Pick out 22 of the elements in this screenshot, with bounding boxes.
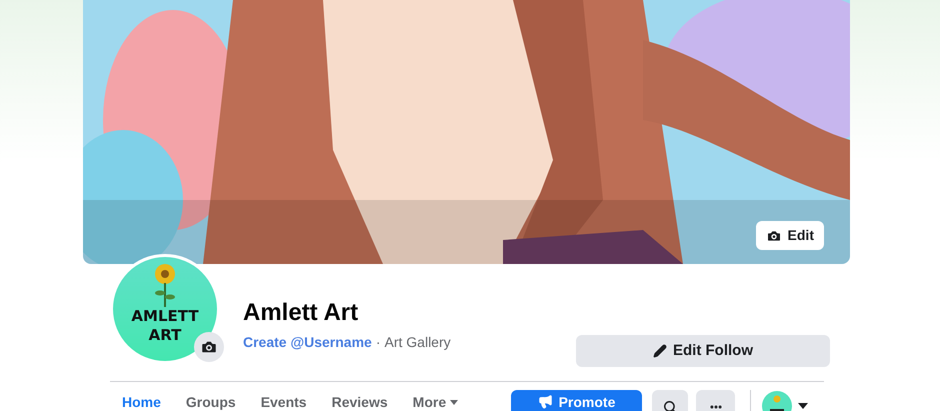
caret-icon	[798, 403, 808, 409]
logo-text: AMLETT	[131, 307, 199, 326]
page-category: Art Gallery	[384, 333, 451, 352]
nav-tab[interactable]: Groups	[174, 394, 248, 410]
edit-cover-button[interactable]: Edit	[756, 221, 824, 250]
edit-follow-button[interactable]: Edit Follow	[576, 335, 830, 367]
nav-tab[interactable]: Home	[110, 394, 173, 410]
promote-button[interactable]: Promote	[511, 390, 642, 411]
create-username-link[interactable]: Create @Username	[243, 332, 372, 353]
megaphone-icon	[538, 394, 553, 409]
nav-tab[interactable]: Events	[248, 394, 319, 410]
search-icon	[663, 400, 677, 411]
pencil-icon	[653, 344, 667, 358]
nav-tab[interactable]: More	[400, 394, 470, 410]
caret-icon	[450, 400, 458, 404]
profile-avatar[interactable]: AMLETT ART	[113, 257, 217, 361]
logo-text: ART	[148, 326, 182, 345]
nav-tab[interactable]: Reviews	[320, 394, 400, 410]
page-name: Amlett Art	[243, 298, 360, 328]
sunflower-icon	[152, 263, 178, 307]
separator: ·	[376, 333, 380, 352]
camera-button[interactable]	[194, 332, 224, 362]
